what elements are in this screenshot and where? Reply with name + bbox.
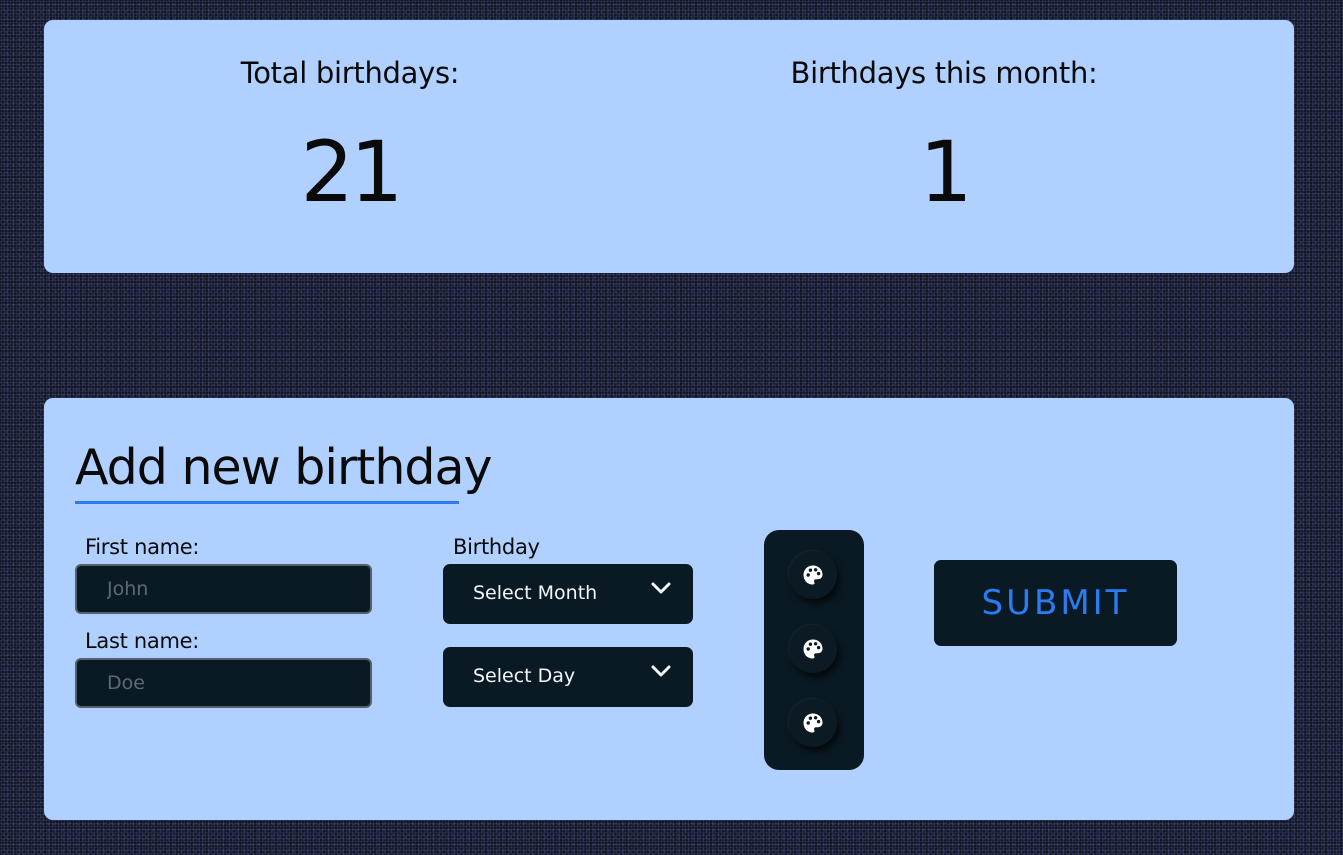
palette-icon (803, 639, 823, 659)
first-name-input[interactable] (75, 564, 372, 614)
title-underline (75, 501, 459, 504)
day-select-label: Select Day (473, 665, 576, 687)
first-name-label: First name: (85, 535, 200, 559)
palette-icon (803, 565, 823, 585)
month-select-label: Select Month (473, 582, 598, 604)
chevron-down-icon (651, 582, 671, 594)
month-select[interactable]: Select Month (443, 564, 693, 624)
total-birthdays-label: Total birthdays: (240, 56, 460, 90)
palette-button-3[interactable] (789, 699, 837, 747)
palette-button-1[interactable] (789, 551, 837, 599)
form-title: Add new birthday (75, 439, 493, 496)
month-birthdays-value: 1 (919, 123, 972, 221)
total-birthdays-value: 21 (300, 123, 404, 221)
month-birthdays-label: Birthdays this month: (790, 56, 1098, 90)
day-select[interactable]: Select Day (443, 647, 693, 707)
palette-icon (803, 713, 823, 733)
color-picker (764, 530, 864, 770)
chevron-down-icon (651, 665, 671, 677)
last-name-input[interactable] (75, 658, 372, 708)
submit-button[interactable]: SUBMIT (934, 560, 1177, 646)
birthday-label: Birthday (453, 535, 540, 559)
last-name-label: Last name: (85, 629, 200, 653)
add-birthday-panel: Add new birthday First name: Last name: … (44, 398, 1294, 820)
stats-panel: Total birthdays: 21 Birthdays this month… (44, 20, 1294, 273)
palette-button-2[interactable] (789, 625, 837, 673)
